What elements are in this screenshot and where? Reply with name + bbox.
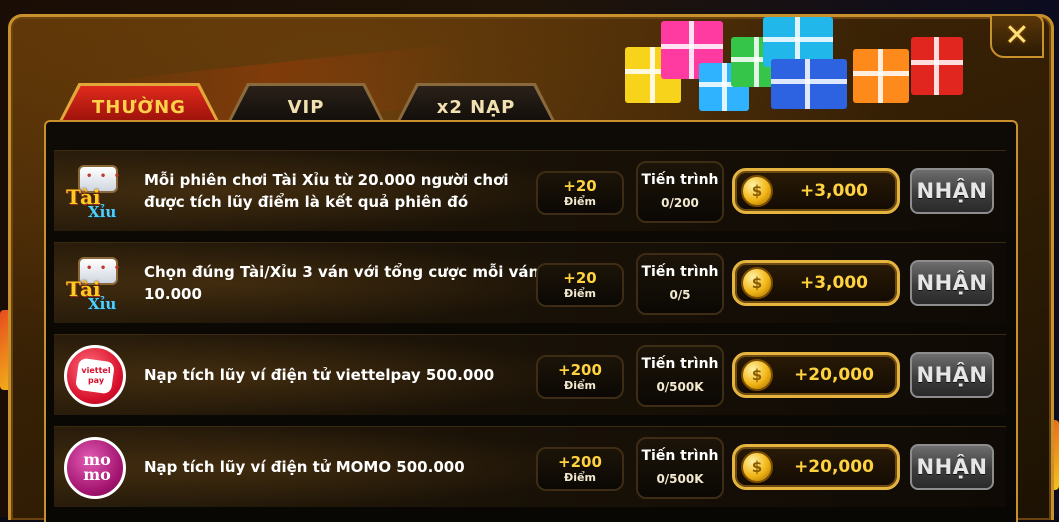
task-description: Mỗi phiên chơi Tài Xỉu từ 20.000 người c… — [144, 171, 509, 211]
gift-boxes-decoration — [621, 17, 981, 127]
reward-value: +3,000 — [799, 273, 869, 293]
reward-value: +20,000 — [794, 457, 874, 477]
task-row-taixiu-points: • • • Tài Xỉu Mỗi phiên chơi Tài Xỉu từ … — [54, 150, 1006, 231]
claim-button[interactable]: NHẬN — [910, 260, 994, 306]
progress-badge: Tiến trình 0/500K — [636, 345, 724, 407]
reward-box: $ +20,000 — [732, 444, 900, 490]
task-description: Nạp tích lũy ví điện tử MOMO 500.000 — [144, 458, 465, 476]
progress-badge: Tiến trình 0/200 — [636, 161, 724, 223]
points-badge: +200 Điểm — [536, 355, 624, 399]
claim-button[interactable]: NHẬN — [910, 352, 994, 398]
tai-xiu-icon: • • • Tài Xỉu — [64, 253, 130, 315]
points-badge: +20 Điểm — [536, 171, 624, 215]
task-description: Chọn đúng Tài/Xỉu 3 ván với tổng cược mỗ… — [144, 263, 540, 303]
tab-x2-nap-label: x2 NẠP — [436, 97, 516, 118]
tai-xiu-icon: • • • Tài Xỉu — [64, 161, 130, 223]
viettelpay-icon: viettel pay — [64, 345, 130, 407]
reward-value: +20,000 — [794, 365, 874, 385]
points-badge: +200 Điểm — [536, 447, 624, 491]
task-row-taixiu-correct: • • • Tài Xỉu Chọn đúng Tài/Xỉu 3 ván vớ… — [54, 242, 1006, 323]
claim-button[interactable]: NHẬN — [910, 168, 994, 214]
task-description: Nạp tích lũy ví điện tử viettelpay 500.0… — [144, 366, 495, 384]
reward-box: $ +3,000 — [732, 168, 900, 214]
missions-dialog: THƯỜNG VIP x2 NẠP • • • Tài Xỉu Mỗi phiê… — [8, 14, 1054, 522]
tab-thuong-label: THƯỜNG — [92, 97, 186, 118]
claim-button[interactable]: NHẬN — [910, 444, 994, 490]
reward-box: $ +3,000 — [732, 260, 900, 306]
coin-icon: $ — [741, 359, 773, 391]
progress-badge: Tiến trình 0/500K — [636, 437, 724, 499]
tab-vip-label: VIP — [287, 97, 325, 118]
task-list-panel: • • • Tài Xỉu Mỗi phiên chơi Tài Xỉu từ … — [44, 120, 1018, 522]
reward-box: $ +20,000 — [732, 352, 900, 398]
reward-value: +3,000 — [799, 181, 869, 201]
progress-badge: Tiến trình 0/5 — [636, 253, 724, 315]
close-x-icon: ✕ — [1004, 18, 1030, 53]
coin-icon: $ — [741, 451, 773, 483]
task-row-viettelpay: viettel pay Nạp tích lũy ví điện tử viett… — [54, 334, 1006, 415]
close-button[interactable]: ✕ — [990, 14, 1044, 58]
momo-icon: mo mo — [64, 437, 130, 499]
points-badge: +20 Điểm — [536, 263, 624, 307]
coin-icon: $ — [741, 267, 773, 299]
coin-icon: $ — [741, 175, 773, 207]
task-row-momo: mo mo Nạp tích lũy ví điện tử MOMO 500.00… — [54, 426, 1006, 507]
